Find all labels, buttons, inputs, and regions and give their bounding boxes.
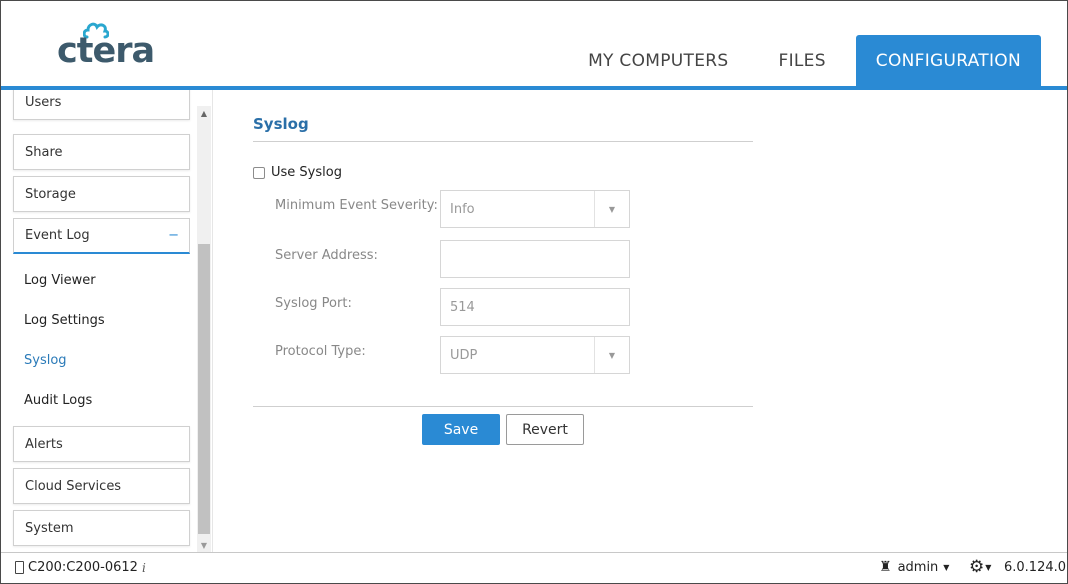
sidebar-scrollbar[interactable]: ▲ ▼ (197, 106, 211, 552)
sidebar-item-share[interactable]: Share (13, 134, 190, 170)
sidebar-item-system[interactable]: System (13, 510, 190, 546)
sidebar-item-label: Users (25, 94, 62, 110)
page-title: Syslog (253, 115, 309, 133)
protocol-type-select[interactable]: UDP ▼ (440, 336, 630, 374)
status-bar: C200:C200-0612 i ♜ admin ▼ ⚙ ▼ 6.0.124.0 (1, 552, 1067, 583)
tab-files[interactable]: FILES (758, 35, 845, 87)
info-icon[interactable]: i (142, 561, 146, 575)
chevron-down-icon: ▼ (943, 562, 950, 572)
sidebar-item-label: Alerts (25, 436, 63, 452)
scroll-thumb[interactable] (198, 244, 210, 534)
main-panel: Syslog Use Syslog Minimum Event Severity… (214, 90, 1067, 552)
sidebar-item-alerts[interactable]: Alerts (13, 426, 190, 462)
user-menu[interactable]: ♜ admin ▼ (879, 559, 949, 575)
syslog-port-value: 514 (450, 299, 475, 315)
sidebar-item-cloud-services[interactable]: Cloud Services (13, 468, 190, 504)
severity-value: Info (450, 201, 475, 217)
protocol-type-value: UDP (450, 347, 478, 363)
scroll-up-icon[interactable]: ▲ (197, 106, 211, 120)
header: ctera MY COMPUTERS FILES CONFIGURATION (1, 1, 1067, 87)
use-syslog-label: Use Syslog (271, 165, 342, 180)
sidebar-item-label: Storage (25, 186, 76, 202)
sidebar-subitem-log-viewer[interactable]: Log Viewer (24, 273, 96, 288)
protocol-type-label: Protocol Type: (275, 344, 366, 359)
server-address-label: Server Address: (275, 248, 378, 263)
sidebar-item-storage[interactable]: Storage (13, 176, 190, 212)
main-tabs: MY COMPUTERS FILES CONFIGURATION (558, 35, 1041, 87)
syslog-port-label: Syslog Port: (275, 296, 352, 311)
logo-text: ctera (57, 31, 155, 71)
ctera-logo[interactable]: ctera (57, 19, 157, 71)
sidebar-item-users[interactable]: Users (13, 90, 190, 120)
severity-select[interactable]: Info ▼ (440, 190, 630, 228)
tab-my-computers[interactable]: MY COMPUTERS (568, 35, 748, 87)
use-syslog-checkbox[interactable] (253, 166, 265, 179)
sidebar-subitem-audit-logs[interactable]: Audit Logs (24, 393, 92, 408)
scroll-down-icon[interactable]: ▼ (197, 538, 211, 552)
device-name: C200:C200-0612 (28, 560, 138, 575)
user-icon: ♜ (879, 559, 892, 575)
severity-label: Minimum Event Severity: (275, 198, 438, 213)
sidebar-item-label: Event Log (25, 228, 90, 243)
server-address-input[interactable] (440, 240, 630, 278)
sidebar-item-label: Share (25, 144, 63, 160)
collapse-icon[interactable]: − (168, 228, 179, 243)
use-syslog-row[interactable]: Use Syslog (253, 165, 342, 180)
form-divider (253, 406, 753, 407)
sidebar-subitem-log-settings[interactable]: Log Settings (24, 313, 105, 328)
save-button[interactable]: Save (422, 414, 500, 445)
sidebar: Users Share Storage Event Log − Log View… (1, 90, 213, 552)
chevron-down-icon[interactable]: ▼ (594, 191, 629, 227)
sidebar-item-label: Cloud Services (25, 478, 122, 494)
gear-icon: ⚙ (969, 557, 985, 577)
title-divider (253, 141, 753, 142)
syslog-port-input[interactable]: 514 (440, 288, 630, 326)
user-name: admin (897, 559, 939, 575)
sidebar-item-label: System (25, 520, 74, 536)
chevron-down-icon[interactable]: ▼ (594, 337, 629, 373)
tab-configuration[interactable]: CONFIGURATION (855, 35, 1041, 87)
device-info[interactable]: C200:C200-0612 i (15, 560, 146, 575)
revert-button[interactable]: Revert (506, 414, 584, 445)
device-icon (15, 561, 24, 574)
version-label: 6.0.124.0 (1004, 560, 1067, 575)
sidebar-item-event-log[interactable]: Event Log − (13, 218, 190, 254)
settings-menu[interactable]: ⚙ ▼ (969, 557, 991, 577)
chevron-down-icon: ▼ (985, 562, 992, 572)
sidebar-subitem-syslog[interactable]: Syslog (24, 353, 67, 368)
